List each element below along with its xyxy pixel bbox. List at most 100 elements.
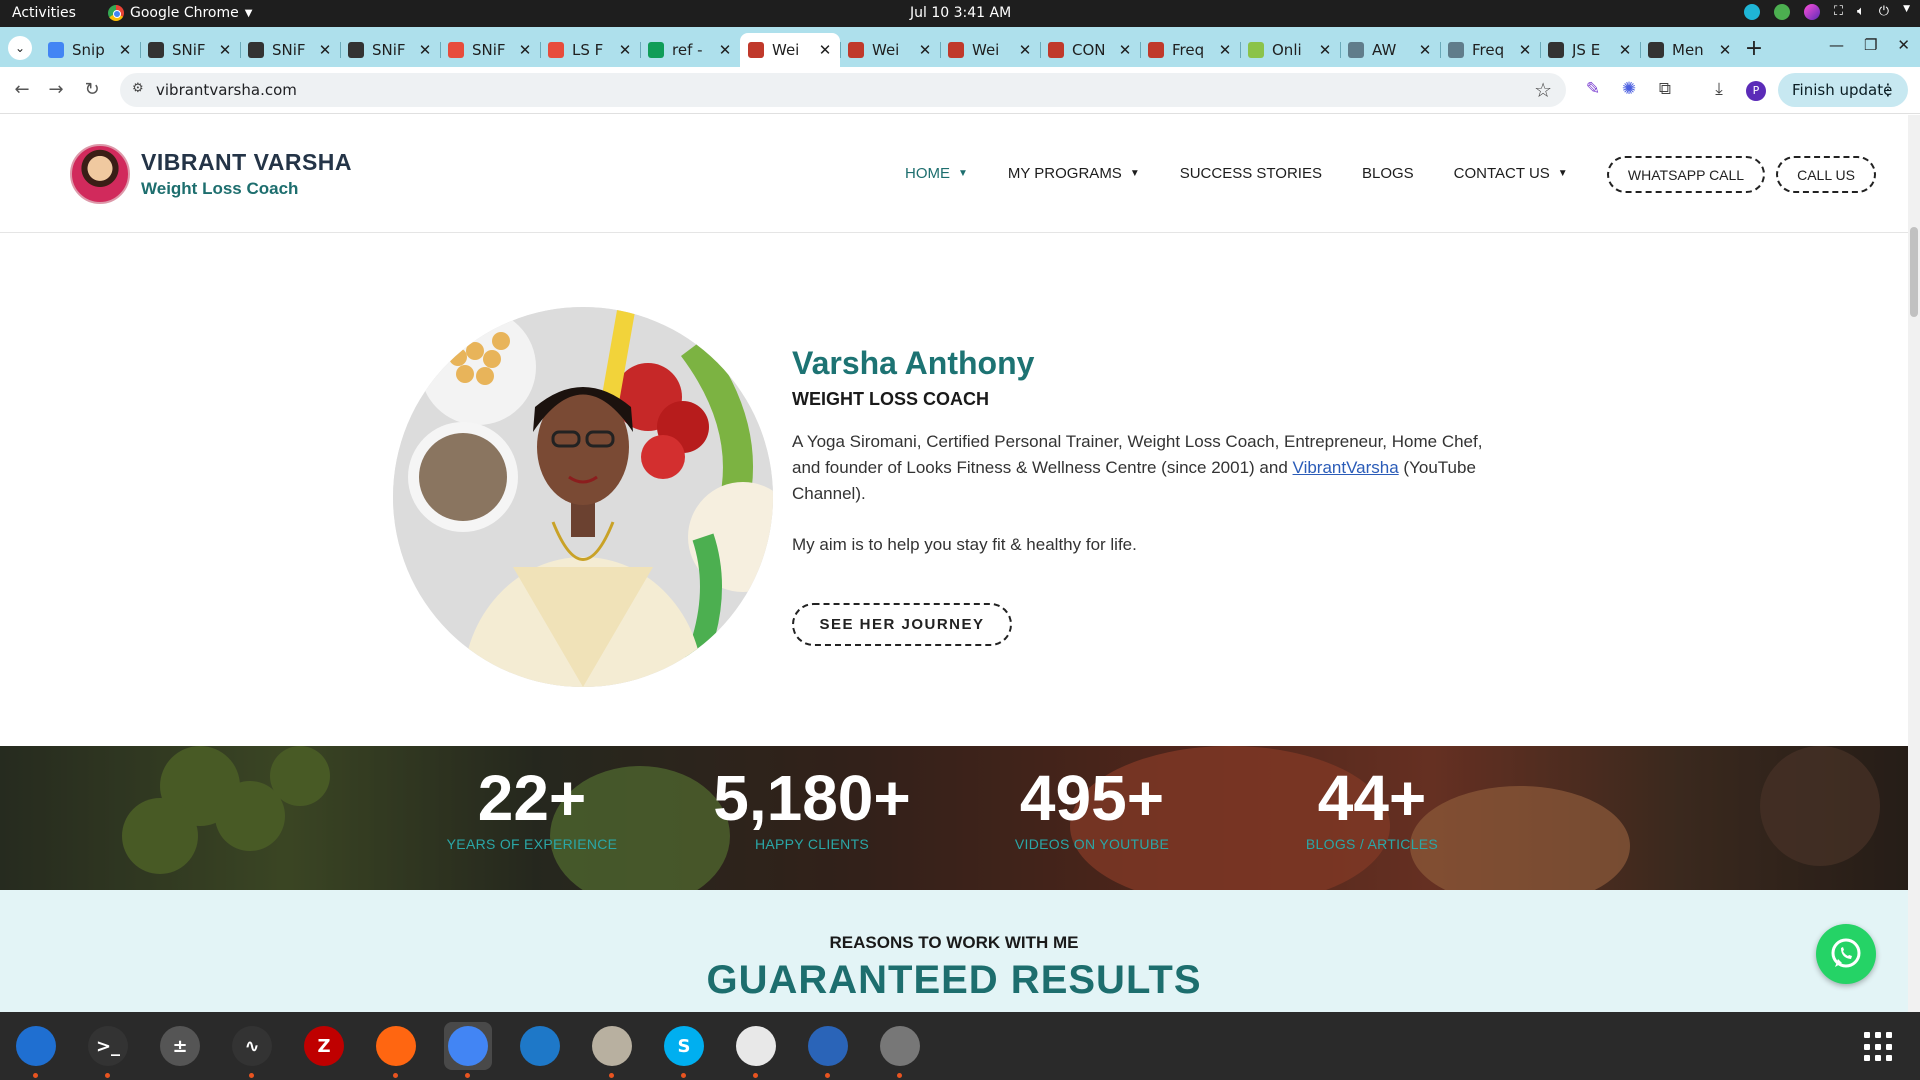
forward-icon[interactable]: →: [44, 78, 68, 102]
nav-item-success-stories[interactable]: SUCCESS STORIES: [1180, 165, 1322, 182]
close-tab-icon[interactable]: ✕: [1518, 41, 1532, 59]
whatsapp-call-button[interactable]: WHATSAPP CALL: [1607, 156, 1765, 193]
reload-icon[interactable]: ↻: [80, 78, 104, 102]
disk-icon[interactable]: [876, 1022, 924, 1078]
browser-tab[interactable]: SNiF ✕: [240, 33, 340, 67]
close-tab-icon[interactable]: ✕: [818, 41, 832, 59]
browser-tab[interactable]: Wei ✕: [840, 33, 940, 67]
reasons-kicker: REASONS TO WORK WITH ME: [829, 933, 1079, 952]
tab-title: Wei: [872, 41, 900, 59]
whatsapp-chat-button[interactable]: [1816, 924, 1876, 984]
browser-tab[interactable]: JS E ✕: [1540, 33, 1640, 67]
tab-search-button[interactable]: ⌄: [8, 36, 32, 60]
browser-tab[interactable]: Snip ✕: [40, 33, 140, 67]
browser-tab[interactable]: Onli ✕: [1240, 33, 1340, 67]
menu-kebab-icon: ⋮: [1880, 80, 1896, 99]
new-tab-button[interactable]: +: [1740, 33, 1768, 67]
close-tab-icon[interactable]: ✕: [1618, 41, 1632, 59]
text-editor-icon[interactable]: [732, 1022, 780, 1078]
files-icon[interactable]: [588, 1022, 636, 1078]
browser-tab[interactable]: Freq ✕: [1140, 33, 1240, 67]
thunderbird-icon[interactable]: [12, 1022, 60, 1078]
filezilla-icon[interactable]: Z: [300, 1022, 348, 1070]
close-tab-icon[interactable]: ✕: [1018, 41, 1032, 59]
extensions-puzzle-icon[interactable]: ⧉: [1654, 78, 1676, 100]
close-tab-icon[interactable]: ✕: [1418, 41, 1432, 59]
chevron-down-icon[interactable]: ▼: [1903, 4, 1910, 20]
system-monitor-icon[interactable]: ∿: [228, 1022, 276, 1078]
close-tab-icon[interactable]: ✕: [1118, 41, 1132, 59]
chrome-icon[interactable]: [444, 1022, 492, 1078]
brand-logo[interactable]: [70, 144, 130, 204]
browser-tab[interactable]: Wei ✕: [940, 33, 1040, 67]
bookmark-star-icon[interactable]: ☆: [1534, 78, 1552, 102]
close-tab-icon[interactable]: ✕: [418, 41, 432, 59]
firefox-icon[interactable]: [372, 1022, 420, 1078]
stats-overlay: [0, 746, 1908, 890]
close-tab-icon[interactable]: ✕: [1318, 41, 1332, 59]
profile-avatar[interactable]: P: [1746, 81, 1766, 101]
browser-tab[interactable]: CON ✕: [1040, 33, 1140, 67]
browser-tab[interactable]: AW ✕: [1340, 33, 1440, 67]
call-us-button[interactable]: CALL US: [1776, 156, 1876, 193]
skype-icon[interactable]: S: [660, 1022, 708, 1078]
url-text[interactable]: vibrantvarsha.com: [156, 81, 297, 99]
terminal-icon[interactable]: >_: [84, 1022, 132, 1078]
see-her-journey-button[interactable]: SEE HER JOURNEY: [792, 603, 1012, 646]
browser-tab[interactable]: ref - ✕: [640, 33, 740, 67]
close-tab-icon[interactable]: ✕: [918, 41, 932, 59]
check-shield-icon[interactable]: [1773, 4, 1790, 20]
chevron-down-icon: ▼: [1129, 168, 1140, 179]
power-icon[interactable]: ⏻: [1879, 4, 1889, 20]
brand-title[interactable]: VIBRANT VARSHA: [141, 149, 352, 176]
maximize-icon[interactable]: ❐: [1864, 36, 1877, 54]
scrollbar-thumb[interactable]: [1910, 227, 1918, 317]
nav-item-blogs[interactable]: BLOGS: [1362, 165, 1414, 182]
youtube-channel-link[interactable]: VibrantVarsha: [1293, 458, 1399, 477]
page-scrollbar[interactable]: [1908, 115, 1920, 1012]
finish-update-button[interactable]: Finish update ⋮: [1778, 73, 1908, 107]
tab-title: SNiF: [172, 41, 206, 59]
close-icon[interactable]: ✕: [1897, 36, 1910, 54]
vscode-icon[interactable]: [516, 1022, 564, 1070]
writer-icon[interactable]: [804, 1022, 852, 1078]
close-tab-icon[interactable]: ✕: [518, 41, 532, 59]
volume-icon[interactable]: 🔈︎: [1857, 4, 1865, 20]
extension-tray-icon[interactable]: [1803, 4, 1820, 20]
browser-tab[interactable]: SNiF ✕: [440, 33, 540, 67]
download-icon[interactable]: ⤓: [1708, 78, 1730, 100]
back-icon[interactable]: ←: [10, 78, 34, 102]
calculator-icon[interactable]: ±: [156, 1022, 204, 1070]
close-tab-icon[interactable]: ✕: [118, 41, 132, 59]
pen-extension-icon[interactable]: ✎: [1582, 78, 1604, 100]
minimize-icon[interactable]: —: [1829, 36, 1844, 54]
close-tab-icon[interactable]: ✕: [218, 41, 232, 59]
nav-item-contact-us[interactable]: CONTACT US ▼: [1454, 165, 1568, 182]
close-tab-icon[interactable]: ✕: [318, 41, 332, 59]
browser-tab[interactable]: SNiF ✕: [340, 33, 440, 67]
tab-title: LS F: [572, 41, 604, 59]
chrome-icon: [108, 5, 124, 21]
ls-icon: [548, 42, 564, 58]
close-tab-icon[interactable]: ✕: [718, 41, 732, 59]
browser-tab[interactable]: Wei ✕: [740, 33, 840, 67]
site-info-icon[interactable]: ⚙: [132, 81, 150, 99]
nav-item-my-programs[interactable]: MY PROGRAMS ▼: [1008, 165, 1140, 182]
show-apps-icon[interactable]: [1864, 1032, 1894, 1062]
close-tab-icon[interactable]: ✕: [1218, 41, 1232, 59]
browser-tab[interactable]: SNiF ✕: [140, 33, 240, 67]
browser-tab[interactable]: LS F ✕: [540, 33, 640, 67]
network-icon[interactable]: ⛶: [1834, 4, 1843, 20]
browser-tab[interactable]: Freq ✕: [1440, 33, 1540, 67]
system-tray[interactable]: ⛶ 🔈︎ ⏻ ▼: [1743, 4, 1910, 20]
close-tab-icon[interactable]: ✕: [1718, 41, 1732, 59]
activities-button[interactable]: Activities: [12, 5, 76, 21]
clock[interactable]: Jul 10 3:41 AM: [910, 5, 1011, 21]
nav-item-home[interactable]: HOME ▼: [905, 165, 968, 182]
close-tab-icon[interactable]: ✕: [618, 41, 632, 59]
sync-icon[interactable]: [1743, 4, 1760, 20]
browser-tab[interactable]: Men ✕: [1640, 33, 1740, 67]
address-bar[interactable]: ⚙ vibrantvarsha.com ☆: [120, 73, 1566, 107]
gear-extension-icon[interactable]: ✺: [1618, 78, 1640, 100]
app-menu[interactable]: Google Chrome ▼: [108, 5, 252, 21]
